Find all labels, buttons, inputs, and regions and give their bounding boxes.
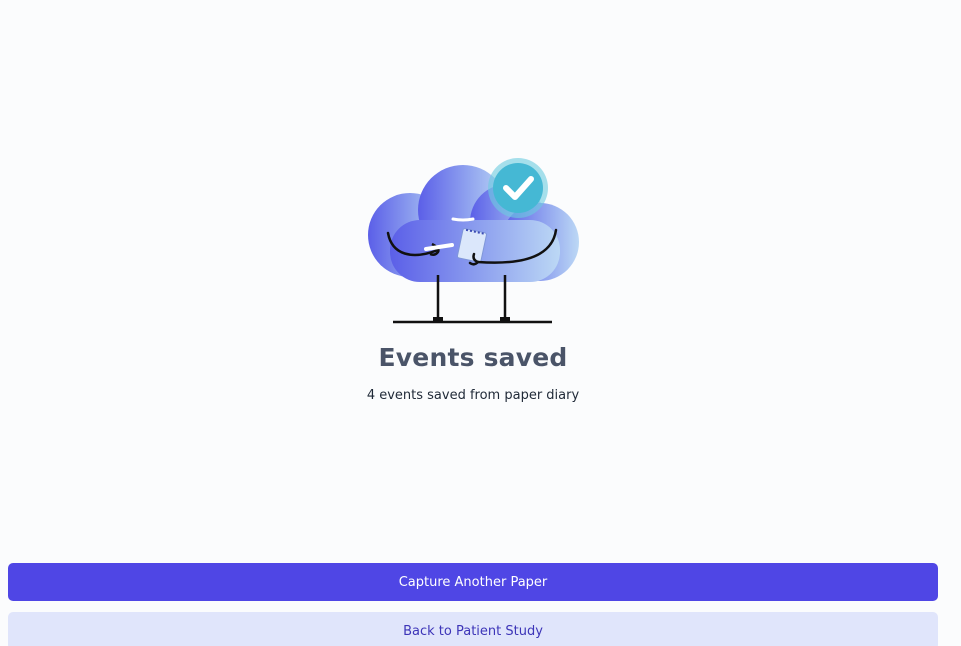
cloud-character-checkmark-icon <box>368 158 579 324</box>
success-screen: Events saved 4 events saved from paper d… <box>0 0 961 646</box>
back-to-patient-study-button[interactable]: Back to Patient Study <box>8 612 938 646</box>
success-message: 4 events saved from paper diary <box>366 388 580 403</box>
capture-another-paper-button[interactable]: Capture Another Paper <box>8 563 938 601</box>
page-title: Events saved <box>378 343 568 372</box>
